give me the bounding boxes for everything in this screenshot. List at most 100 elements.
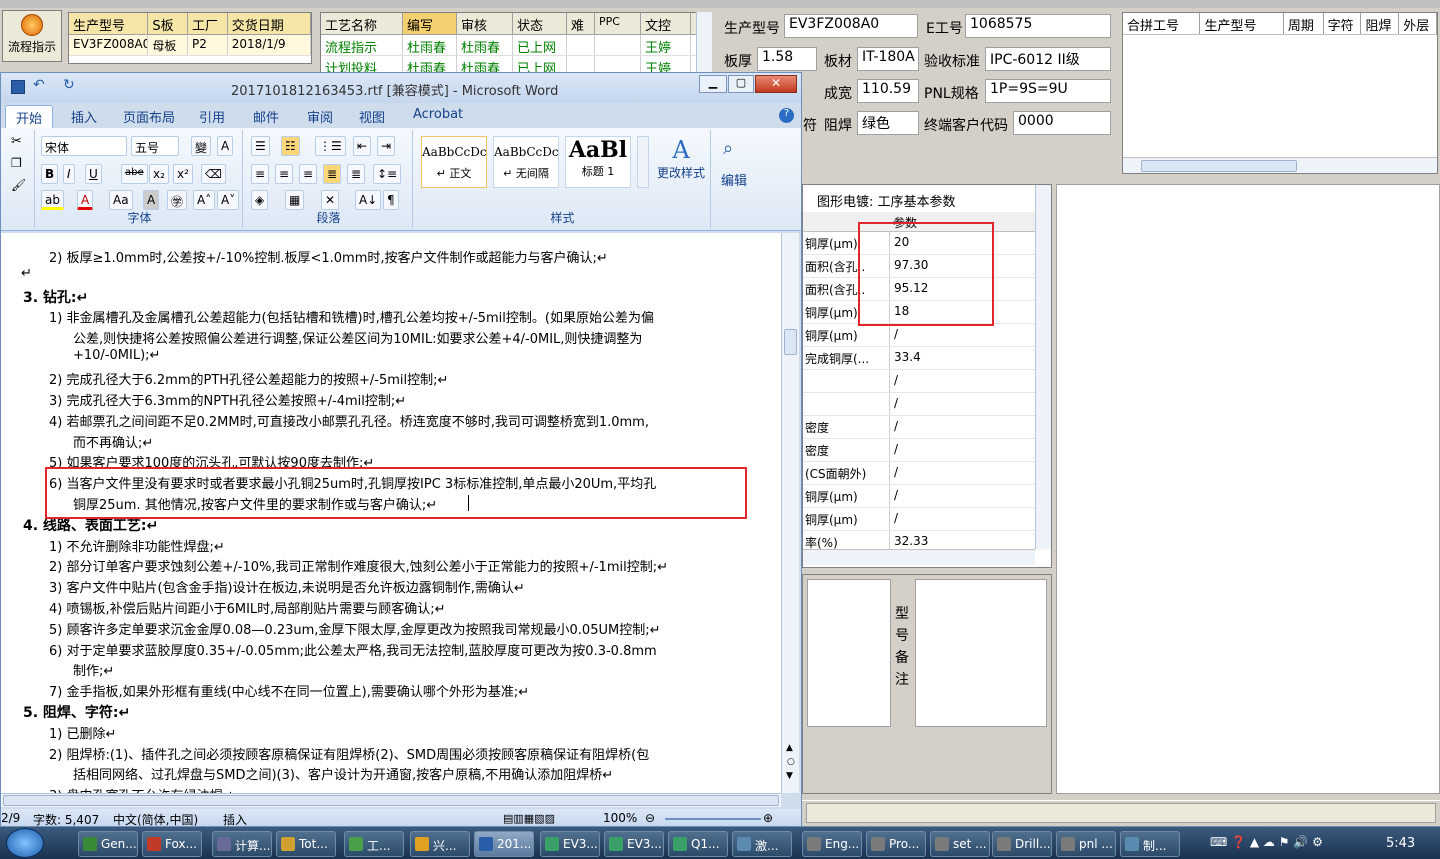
- maximize-button[interactable]: ▢: [728, 75, 754, 93]
- prev-page-icon[interactable]: ▲: [786, 743, 793, 753]
- document-page[interactable]: 2) 板厚≥1.0mm时,公差按+/-10%控制.板厚<1.0mm时,按客户文件…: [1, 233, 781, 793]
- zoom-out-icon[interactable]: ⊖: [645, 811, 655, 825]
- col-status[interactable]: 状态: [513, 13, 567, 34]
- shrink-font-icon[interactable]: A˅: [217, 190, 240, 210]
- show-marks-icon[interactable]: ¶: [383, 190, 399, 210]
- pnl-field[interactable]: 1P=9S=9U: [985, 79, 1111, 103]
- sort-icon[interactable]: A↓: [355, 190, 382, 210]
- col-cycle[interactable]: 周期: [1284, 13, 1324, 34]
- taskbar-item[interactable]: Tot...: [276, 831, 336, 857]
- hscroll-thumb[interactable]: [1141, 160, 1297, 172]
- param-row[interactable]: 密度 /: [803, 416, 1035, 439]
- cut-icon[interactable]: ✂: [11, 134, 22, 149]
- subscript-button[interactable]: x₂: [149, 164, 169, 184]
- taskbar-item[interactable]: Q1...: [668, 831, 728, 857]
- yield-field[interactable]: 110.59: [857, 79, 919, 103]
- tab-references[interactable]: 引用: [199, 107, 225, 126]
- col-merge-no[interactable]: 合拼工号: [1123, 13, 1201, 34]
- taskbar-item[interactable]: set ...: [930, 831, 990, 857]
- tab-page-layout[interactable]: 页面布局: [123, 107, 175, 126]
- tab-home[interactable]: 开始: [5, 105, 54, 129]
- taskbar-item[interactable]: Eng...: [802, 831, 862, 857]
- param-row[interactable]: 铜厚(μm) /: [803, 485, 1035, 508]
- find-icon[interactable]: ⌕: [723, 138, 733, 159]
- undo-icon[interactable]: ↶: [33, 77, 45, 93]
- increase-indent-icon[interactable]: ⇥: [377, 136, 396, 156]
- borders-icon[interactable]: ▦: [285, 190, 305, 210]
- bullets-icon[interactable]: ☰: [251, 136, 270, 156]
- thickness-field[interactable]: 1.58: [757, 47, 817, 71]
- word-save-icon[interactable]: [11, 80, 25, 94]
- change-case-icon[interactable]: Aa: [109, 190, 133, 210]
- copy-icon[interactable]: ❐: [11, 156, 22, 170]
- italic-button[interactable]: I: [63, 164, 75, 184]
- multilevel-list-icon[interactable]: ⋮☰: [315, 136, 346, 156]
- taskbar-item[interactable]: Gen...: [78, 831, 138, 857]
- taskbar-item[interactable]: 201...: [474, 831, 534, 857]
- hscroll-thumb-word[interactable]: [3, 795, 779, 806]
- style-normal[interactable]: AaBbCcDc ↵ 正文: [421, 136, 487, 188]
- close-button[interactable]: ✕: [755, 75, 797, 93]
- taskbar-item[interactable]: EV3...: [540, 831, 600, 857]
- tab-view[interactable]: 视图: [359, 107, 385, 126]
- col-s-board[interactable]: S板: [148, 13, 189, 34]
- param-row[interactable]: /: [803, 393, 1035, 416]
- col-outer[interactable]: 外层: [1399, 13, 1437, 34]
- clear-format-icon[interactable]: ⌫: [201, 164, 226, 184]
- param-row[interactable]: 铜厚(μm) /: [803, 324, 1035, 347]
- param-hscroll[interactable]: [803, 549, 1035, 565]
- browse-object-icon[interactable]: ○: [787, 757, 795, 767]
- font-name-select[interactable]: 宋体: [41, 136, 127, 156]
- editing-button[interactable]: 编辑: [721, 170, 747, 189]
- material-field[interactable]: IT-180A: [857, 47, 919, 71]
- e-no-field[interactable]: 1068575: [965, 14, 1111, 38]
- table-row[interactable]: EV3FZ008A0 母板 P2 2018/1/9: [69, 35, 311, 56]
- next-page-icon[interactable]: ▼: [786, 771, 793, 781]
- status-page[interactable]: 2/9: [1, 811, 20, 825]
- char-border-icon[interactable]: A: [217, 136, 234, 156]
- remark-text-box[interactable]: [915, 579, 1047, 727]
- col-process[interactable]: 工艺名称: [321, 13, 403, 34]
- redo-icon[interactable]: ↻: [63, 77, 75, 93]
- taskbar-item[interactable]: 制...: [1120, 831, 1180, 857]
- col-factory[interactable]: 工厂: [188, 13, 228, 34]
- col-reviewer[interactable]: 审核: [457, 13, 513, 34]
- strikethrough-button[interactable]: abe: [121, 164, 148, 184]
- prod-model-field[interactable]: EV3FZ008A0: [784, 14, 918, 38]
- style-heading-1[interactable]: AaBl 标题 1: [565, 136, 631, 188]
- standard-field[interactable]: IPC-6012 II级: [985, 47, 1111, 71]
- font-size-select[interactable]: 五号: [131, 136, 179, 156]
- flow-indicator-button[interactable]: 流程指示: [2, 10, 62, 62]
- distributed-icon[interactable]: ≣: [347, 164, 366, 184]
- style-no-spacing[interactable]: AaBbCcDc ↵ 无间隔: [493, 136, 559, 188]
- font-color-icon[interactable]: A: [77, 190, 94, 210]
- col-char[interactable]: 字符: [1324, 13, 1362, 34]
- col-difficulty[interactable]: 难: [567, 13, 595, 34]
- align-right-icon[interactable]: ≡: [299, 164, 318, 184]
- zoom-slider[interactable]: [665, 818, 761, 820]
- taskbar-item[interactable]: EV3...: [604, 831, 664, 857]
- doc-vscroll[interactable]: ▲ ○ ▼: [781, 233, 799, 793]
- tab-review[interactable]: 审阅: [307, 107, 333, 126]
- start-button[interactable]: [6, 828, 44, 858]
- clock[interactable]: 5:43: [1386, 836, 1415, 851]
- chinese-layout-icon[interactable]: ✕: [321, 190, 340, 210]
- taskbar-item[interactable]: Pro...: [866, 831, 926, 857]
- zoom-in-icon[interactable]: ⊕: [763, 811, 773, 825]
- cust-code-field[interactable]: 0000: [1013, 111, 1111, 135]
- col-author[interactable]: 编写: [403, 13, 457, 34]
- table-row[interactable]: 流程指示 杜雨春 杜雨春 已上网 王婷: [321, 35, 711, 56]
- tab-acrobat[interactable]: Acrobat: [413, 107, 463, 122]
- change-styles-button[interactable]: A 更改样式: [653, 136, 709, 181]
- param-vscroll[interactable]: [1035, 185, 1051, 549]
- highlight-icon[interactable]: ab: [41, 190, 64, 210]
- status-zoom[interactable]: 100%: [603, 811, 637, 825]
- remark-left-box[interactable]: [807, 579, 891, 727]
- phonetic-icon[interactable]: 變: [191, 136, 212, 156]
- param-row[interactable]: 铜厚(μm) /: [803, 508, 1035, 531]
- line-spacing-icon[interactable]: ↕≡: [373, 164, 402, 184]
- col-doc-control[interactable]: 文控: [641, 13, 691, 34]
- tab-insert[interactable]: 插入: [71, 107, 97, 126]
- taskbar-item[interactable]: 激...: [732, 831, 792, 857]
- taskbar-item[interactable]: 计算...: [212, 831, 272, 857]
